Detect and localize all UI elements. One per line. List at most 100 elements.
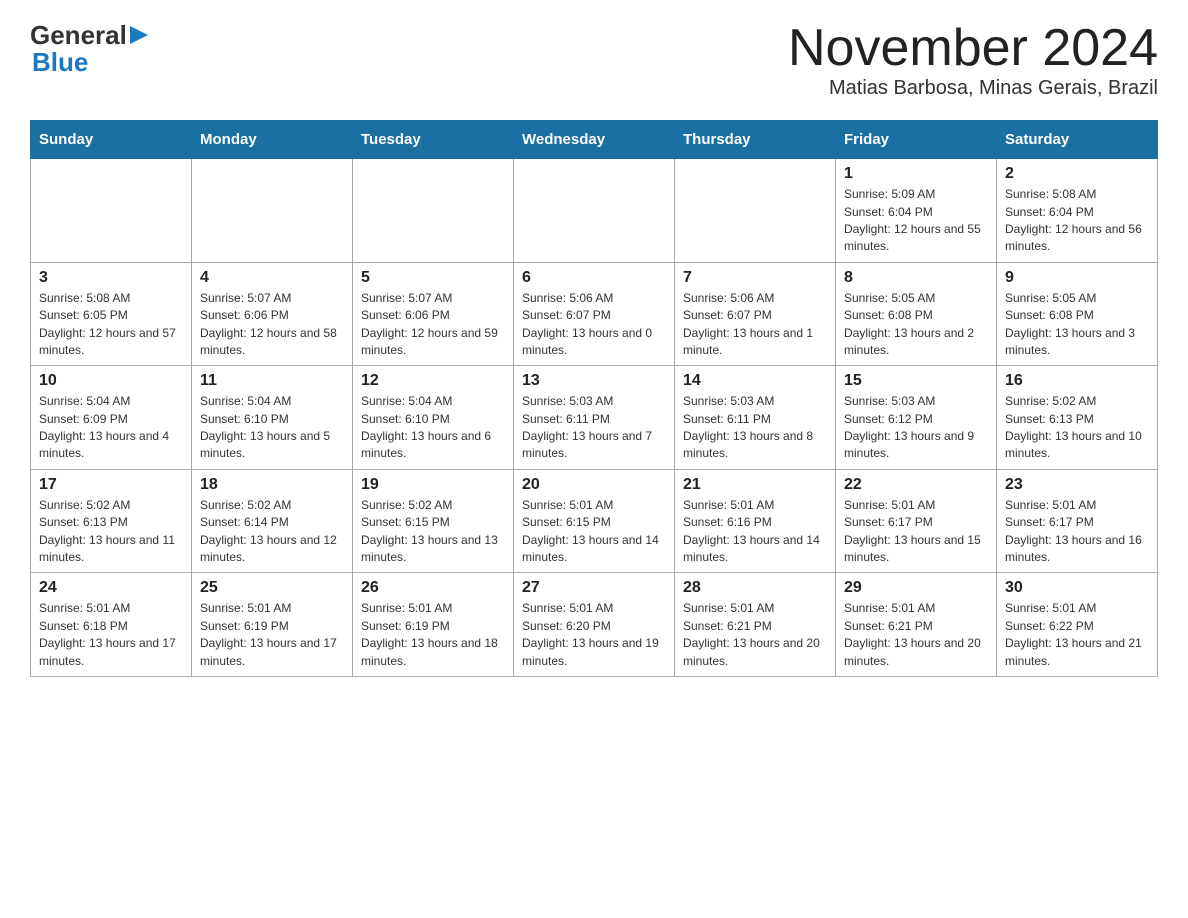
calendar-cell: 16 Sunrise: 5:02 AM Sunset: 6:13 PM Dayli…: [997, 366, 1158, 470]
location-title: Matias Barbosa, Minas Gerais, Brazil: [788, 77, 1158, 100]
calendar-cell: 10Sunrise: 5:04 AM Sunset: 6:09 PM Dayli…: [31, 366, 192, 470]
calendar-cell: 2 Sunrise: 5:08 AM Sunset: 6:04 PM Daylig…: [997, 159, 1158, 263]
day-info: Sunrise: 5:05 AM Sunset: 6:08 PM Dayligh…: [844, 290, 988, 360]
day-number: 28: [683, 579, 827, 597]
day-number: 3: [39, 269, 183, 287]
calendar-week-row: 17 Sunrise: 5:02 AM Sunset: 6:13 PM Dayli…: [31, 469, 1158, 573]
title-area: November 2024 Matias Barbosa, Minas Gera…: [788, 20, 1158, 100]
day-of-week-header: Wednesday: [514, 121, 675, 159]
day-number: 17: [39, 476, 183, 494]
day-number: 24: [39, 579, 183, 597]
day-number: 26: [361, 579, 505, 597]
day-info: Sunrise: 5:04 AM Sunset: 6:10 PM Dayligh…: [200, 393, 344, 463]
calendar-cell: 17 Sunrise: 5:02 AM Sunset: 6:13 PM Dayli…: [31, 469, 192, 573]
day-number: 27: [522, 579, 666, 597]
calendar-cell: 27 Sunrise: 5:01 AM Sunset: 6:20 PM Dayli…: [514, 573, 675, 677]
calendar-cell: 22Sunrise: 5:01 AM Sunset: 6:17 PM Dayli…: [836, 469, 997, 573]
calendar-cell: 15Sunrise: 5:03 AM Sunset: 6:12 PM Dayli…: [836, 366, 997, 470]
day-number: 9: [1005, 269, 1149, 287]
logo-blue-text: Blue: [32, 47, 88, 77]
calendar-cell: 11 Sunrise: 5:04 AM Sunset: 6:10 PM Dayli…: [192, 366, 353, 470]
day-number: 30: [1005, 579, 1149, 597]
day-number: 1: [844, 165, 988, 183]
day-number: 13: [522, 372, 666, 390]
calendar-cell: 6Sunrise: 5:06 AM Sunset: 6:07 PM Daylig…: [514, 262, 675, 366]
calendar-cell: 28 Sunrise: 5:01 AM Sunset: 6:21 PM Dayli…: [675, 573, 836, 677]
calendar-week-row: 3 Sunrise: 5:08 AM Sunset: 6:05 PM Daylig…: [31, 262, 1158, 366]
logo: General Blue: [30, 20, 150, 78]
day-number: 25: [200, 579, 344, 597]
day-info: Sunrise: 5:08 AM Sunset: 6:04 PM Dayligh…: [1005, 186, 1149, 256]
day-number: 2: [1005, 165, 1149, 183]
calendar-cell: 29 Sunrise: 5:01 AM Sunset: 6:21 PM Dayli…: [836, 573, 997, 677]
day-number: 23: [1005, 476, 1149, 494]
calendar-cell: [514, 159, 675, 263]
day-info: Sunrise: 5:01 AM Sunset: 6:21 PM Dayligh…: [683, 600, 827, 670]
calendar-cell: 12Sunrise: 5:04 AM Sunset: 6:10 PM Dayli…: [353, 366, 514, 470]
calendar-cell: 19 Sunrise: 5:02 AM Sunset: 6:15 PM Dayli…: [353, 469, 514, 573]
day-number: 22: [844, 476, 988, 494]
calendar-cell: 7 Sunrise: 5:06 AM Sunset: 6:07 PM Daylig…: [675, 262, 836, 366]
day-number: 14: [683, 372, 827, 390]
day-info: Sunrise: 5:03 AM Sunset: 6:11 PM Dayligh…: [683, 393, 827, 463]
day-number: 19: [361, 476, 505, 494]
day-number: 5: [361, 269, 505, 287]
calendar-cell: 9 Sunrise: 5:05 AM Sunset: 6:08 PM Daylig…: [997, 262, 1158, 366]
day-number: 6: [522, 269, 666, 287]
day-number: 21: [683, 476, 827, 494]
calendar-cell: 4 Sunrise: 5:07 AM Sunset: 6:06 PM Daylig…: [192, 262, 353, 366]
day-info: Sunrise: 5:01 AM Sunset: 6:20 PM Dayligh…: [522, 600, 666, 670]
calendar-cell: 14 Sunrise: 5:03 AM Sunset: 6:11 PM Dayli…: [675, 366, 836, 470]
day-number: 18: [200, 476, 344, 494]
day-info: Sunrise: 5:02 AM Sunset: 6:13 PM Dayligh…: [39, 497, 183, 567]
day-info: Sunrise: 5:01 AM Sunset: 6:18 PM Dayligh…: [39, 600, 183, 670]
day-info: Sunrise: 5:01 AM Sunset: 6:15 PM Dayligh…: [522, 497, 666, 567]
calendar-cell: [31, 159, 192, 263]
day-info: Sunrise: 5:07 AM Sunset: 6:06 PM Dayligh…: [200, 290, 344, 360]
day-number: 16: [1005, 372, 1149, 390]
day-info: Sunrise: 5:04 AM Sunset: 6:09 PM Dayligh…: [39, 393, 183, 463]
day-info: Sunrise: 5:03 AM Sunset: 6:11 PM Dayligh…: [522, 393, 666, 463]
calendar-week-row: 24 Sunrise: 5:01 AM Sunset: 6:18 PM Dayli…: [31, 573, 1158, 677]
day-of-week-header: Tuesday: [353, 121, 514, 159]
calendar-cell: 25 Sunrise: 5:01 AM Sunset: 6:19 PM Dayli…: [192, 573, 353, 677]
calendar-cell: 13 Sunrise: 5:03 AM Sunset: 6:11 PM Dayli…: [514, 366, 675, 470]
calendar-cell: 24 Sunrise: 5:01 AM Sunset: 6:18 PM Dayli…: [31, 573, 192, 677]
day-info: Sunrise: 5:05 AM Sunset: 6:08 PM Dayligh…: [1005, 290, 1149, 360]
calendar-week-row: 10Sunrise: 5:04 AM Sunset: 6:09 PM Dayli…: [31, 366, 1158, 470]
day-info: Sunrise: 5:02 AM Sunset: 6:14 PM Dayligh…: [200, 497, 344, 567]
day-info: Sunrise: 5:06 AM Sunset: 6:07 PM Dayligh…: [683, 290, 827, 360]
calendar-cell: 3 Sunrise: 5:08 AM Sunset: 6:05 PM Daylig…: [31, 262, 192, 366]
day-number: 20: [522, 476, 666, 494]
calendar-cell: [675, 159, 836, 263]
day-of-week-header: Thursday: [675, 121, 836, 159]
day-info: Sunrise: 5:01 AM Sunset: 6:19 PM Dayligh…: [200, 600, 344, 670]
day-info: Sunrise: 5:07 AM Sunset: 6:06 PM Dayligh…: [361, 290, 505, 360]
day-info: Sunrise: 5:01 AM Sunset: 6:16 PM Dayligh…: [683, 497, 827, 567]
day-of-week-header: Sunday: [31, 121, 192, 159]
calendar-cell: 23Sunrise: 5:01 AM Sunset: 6:17 PM Dayli…: [997, 469, 1158, 573]
day-info: Sunrise: 5:08 AM Sunset: 6:05 PM Dayligh…: [39, 290, 183, 360]
calendar-cell: [353, 159, 514, 263]
calendar-cell: 5 Sunrise: 5:07 AM Sunset: 6:06 PM Daylig…: [353, 262, 514, 366]
day-info: Sunrise: 5:02 AM Sunset: 6:15 PM Dayligh…: [361, 497, 505, 567]
day-number: 29: [844, 579, 988, 597]
day-info: Sunrise: 5:01 AM Sunset: 6:21 PM Dayligh…: [844, 600, 988, 670]
day-info: Sunrise: 5:04 AM Sunset: 6:10 PM Dayligh…: [361, 393, 505, 463]
calendar-header-row: SundayMondayTuesdayWednesdayThursdayFrid…: [31, 121, 1158, 159]
day-number: 7: [683, 269, 827, 287]
day-info: Sunrise: 5:03 AM Sunset: 6:12 PM Dayligh…: [844, 393, 988, 463]
day-number: 11: [200, 372, 344, 390]
day-info: Sunrise: 5:01 AM Sunset: 6:22 PM Dayligh…: [1005, 600, 1149, 670]
day-number: 4: [200, 269, 344, 287]
calendar-cell: 20 Sunrise: 5:01 AM Sunset: 6:15 PM Dayli…: [514, 469, 675, 573]
calendar-cell: 30 Sunrise: 5:01 AM Sunset: 6:22 PM Dayli…: [997, 573, 1158, 677]
day-info: Sunrise: 5:09 AM Sunset: 6:04 PM Dayligh…: [844, 186, 988, 256]
day-info: Sunrise: 5:02 AM Sunset: 6:13 PM Dayligh…: [1005, 393, 1149, 463]
calendar-cell: 18 Sunrise: 5:02 AM Sunset: 6:14 PM Dayli…: [192, 469, 353, 573]
calendar-cell: 21 Sunrise: 5:01 AM Sunset: 6:16 PM Dayli…: [675, 469, 836, 573]
calendar-cell: 1 Sunrise: 5:09 AM Sunset: 6:04 PM Daylig…: [836, 159, 997, 263]
calendar-table: SundayMondayTuesdayWednesdayThursdayFrid…: [30, 120, 1158, 677]
calendar-week-row: 1 Sunrise: 5:09 AM Sunset: 6:04 PM Daylig…: [31, 159, 1158, 263]
page-header: General Blue November 2024 Matias Barbos…: [30, 20, 1158, 100]
